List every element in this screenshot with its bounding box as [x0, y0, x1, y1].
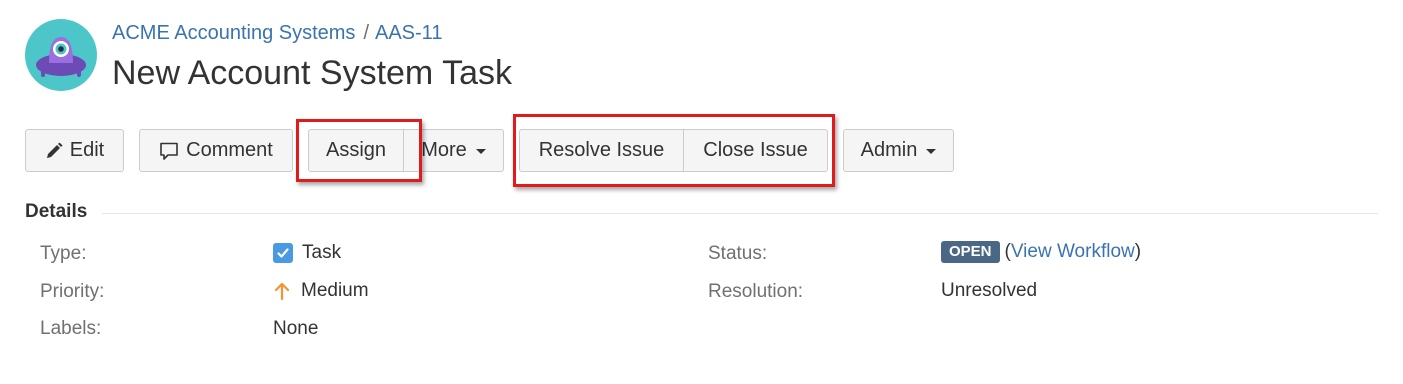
- close-issue-button[interactable]: Close Issue: [683, 129, 828, 172]
- details-section-title: Details: [25, 201, 88, 222]
- edit-button[interactable]: Edit: [25, 129, 124, 172]
- status-label: Status:: [708, 243, 768, 264]
- chevron-down-icon: [926, 149, 937, 154]
- breadcrumb-project-link[interactable]: ACME Accounting Systems: [112, 22, 355, 44]
- more-dropdown-button[interactable]: More: [403, 129, 504, 172]
- breadcrumb-separator: /: [363, 22, 369, 44]
- speech-bubble-icon: [159, 141, 179, 161]
- paren-close: ): [1134, 241, 1142, 262]
- assign-button[interactable]: Assign: [308, 129, 404, 172]
- labels-value[interactable]: None: [273, 318, 318, 340]
- comment-button-label: Comment: [186, 139, 273, 161]
- priority-label: Priority:: [40, 281, 105, 302]
- type-value: Task: [273, 242, 341, 264]
- task-checkbox-icon: [273, 243, 293, 263]
- more-button-label: More: [421, 139, 467, 161]
- admin-dropdown-button[interactable]: Admin: [843, 129, 954, 172]
- pencil-icon: [45, 142, 63, 160]
- type-label: Type:: [40, 243, 87, 264]
- project-avatar-icon[interactable]: [25, 19, 97, 91]
- arrow-up-icon: [273, 281, 291, 301]
- status-value: OPEN (View Workflow): [941, 241, 1141, 263]
- resolution-label: Resolution:: [708, 281, 804, 302]
- admin-button-label: Admin: [860, 139, 918, 161]
- labels-label: Labels:: [40, 318, 102, 339]
- resolve-issue-button[interactable]: Resolve Issue: [519, 129, 684, 172]
- resolve-issue-button-label: Resolve Issue: [538, 139, 665, 161]
- assign-button-label: Assign: [325, 139, 387, 161]
- breadcrumb: ACME Accounting Systems / AAS-11: [112, 22, 442, 45]
- resolution-value: Unresolved: [941, 280, 1038, 301]
- details-divider: [102, 213, 1378, 214]
- comment-button[interactable]: Comment: [139, 129, 293, 172]
- priority-value: Medium: [273, 280, 369, 302]
- page-title: New Account System Task: [112, 54, 512, 92]
- close-issue-button-label: Close Issue: [703, 139, 808, 161]
- priority-value-text: Medium: [301, 280, 369, 301]
- type-value-text: Task: [302, 242, 342, 263]
- status-badge: OPEN: [941, 241, 1000, 263]
- breadcrumb-issue-key-link[interactable]: AAS-11: [375, 22, 442, 44]
- view-workflow-link[interactable]: View Workflow: [1011, 241, 1135, 263]
- edit-button-label: Edit: [69, 139, 105, 161]
- chevron-down-icon: [475, 149, 486, 154]
